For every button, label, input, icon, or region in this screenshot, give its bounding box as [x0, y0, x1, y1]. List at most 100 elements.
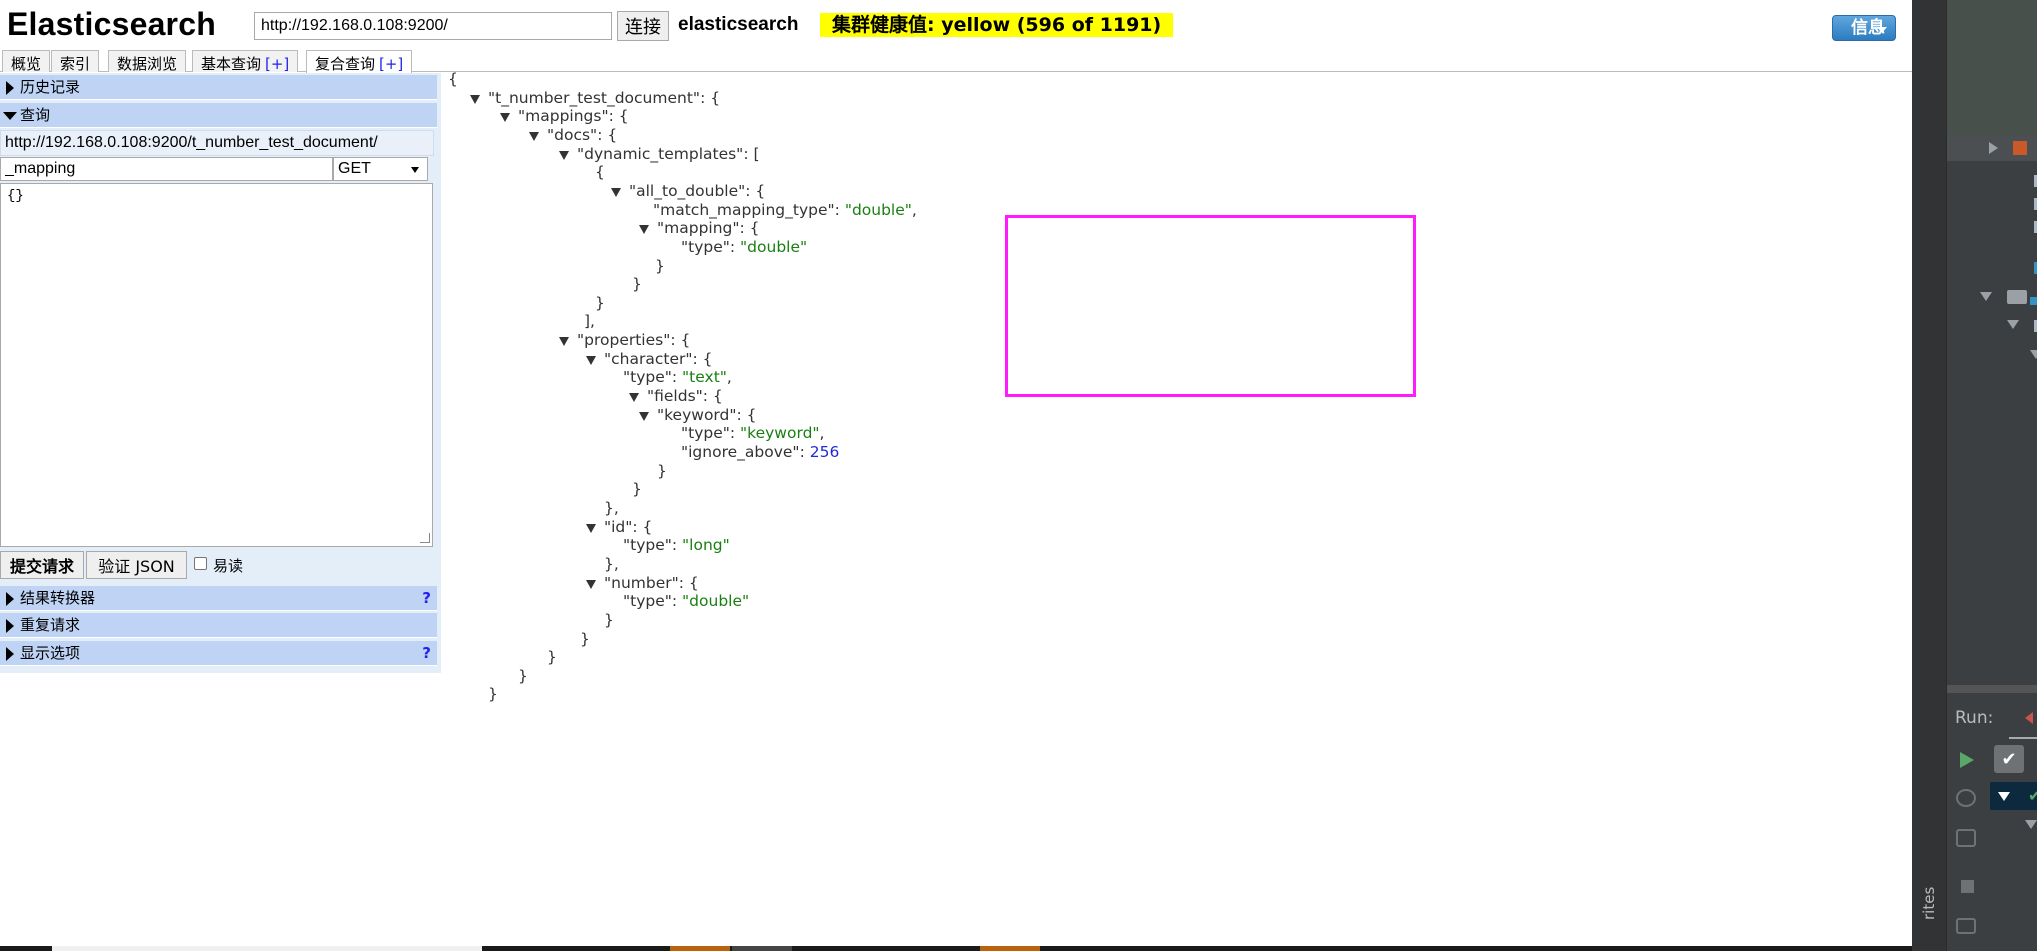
- resize-handle-icon[interactable]: [420, 533, 430, 543]
- history-label: 历史记录: [20, 78, 81, 96]
- repeat-request-section-header[interactable]: 重复请求: [0, 613, 437, 638]
- favorites-tool-label[interactable]: rites: [1920, 887, 1938, 920]
- collapse-triangle-icon[interactable]: [1980, 292, 1992, 301]
- json-key: "fields": [647, 387, 703, 406]
- rerun-icon[interactable]: [1956, 829, 1976, 847]
- tab-label: 基本查询: [201, 55, 262, 73]
- json-line: }: [657, 462, 667, 481]
- json-line: "number": {: [586, 574, 699, 593]
- expand-triangle-icon: [6, 619, 14, 633]
- tab-label: 索引: [60, 55, 91, 73]
- json-line: "t_number_test_document": {: [470, 88, 721, 108]
- json-punct: }: [604, 610, 614, 629]
- json-line: "keyword": {: [639, 405, 757, 425]
- json-punct: :: [834, 200, 845, 219]
- result-transformer-section-header[interactable]: 结果转换器 ?: [0, 586, 437, 611]
- json-line: "match_mapping_type": "double",: [653, 201, 917, 220]
- json-punct: ,: [819, 424, 825, 443]
- play-icon[interactable]: [1960, 752, 1974, 768]
- query-base-url-input[interactable]: [0, 130, 434, 156]
- json-line: "type": "text",: [623, 368, 732, 387]
- validate-json-button[interactable]: 验证 JSON: [86, 551, 187, 579]
- json-punct: ],: [584, 312, 595, 331]
- http-method-select[interactable]: GET: [333, 157, 428, 181]
- json-key: "mapping": [657, 219, 740, 238]
- json-collapse-triangle-icon[interactable]: [639, 225, 649, 235]
- add-basic-query-link[interactable]: [+]: [265, 55, 289, 73]
- add-any-request-link[interactable]: [+]: [379, 55, 403, 73]
- json-line: "mappings": {: [500, 107, 629, 126]
- json-line: }: [655, 257, 665, 276]
- cluster-url-input[interactable]: [254, 12, 612, 40]
- json-collapse-triangle-icon[interactable]: [559, 150, 569, 160]
- check-icon: ✔: [2001, 749, 2017, 769]
- pretty-print-checkbox[interactable]: [194, 557, 207, 570]
- info-dropdown-button[interactable]: 信息: [1832, 15, 1896, 41]
- json-punct: }: [488, 685, 498, 704]
- tab-overview[interactable]: 概览: [2, 50, 51, 73]
- json-value: 256: [809, 443, 840, 461]
- expand-triangle-icon: [6, 592, 14, 606]
- json-key: "type": [623, 368, 672, 387]
- ide-gutter: [1912, 0, 1947, 951]
- json-punct: }: [632, 480, 642, 499]
- request-body-editor[interactable]: {}: [0, 183, 433, 547]
- query-path-input[interactable]: [0, 157, 333, 181]
- json-value: "keyword": [740, 424, 820, 443]
- camera-icon[interactable]: [1956, 918, 1976, 934]
- json-collapse-triangle-icon[interactable]: [586, 355, 596, 365]
- query-section-header[interactable]: 查询: [0, 103, 437, 128]
- folder-icon: [2007, 290, 2027, 304]
- tab-any-request[interactable]: 复合查询 [+]: [306, 50, 413, 73]
- json-collapse-triangle-icon[interactable]: [500, 113, 510, 123]
- json-value: "double": [682, 592, 750, 611]
- display-options-section-header[interactable]: 显示选项 ?: [0, 641, 437, 666]
- tab-basic-query[interactable]: 基本查询 [+]: [192, 50, 299, 73]
- json-result-viewer: { "t_number_test_document": {"mappings": …: [448, 70, 1888, 770]
- tests-passed-button[interactable]: ✔: [1994, 745, 2024, 773]
- taskbar-item[interactable]: [732, 946, 792, 951]
- json-collapse-triangle-icon[interactable]: [586, 523, 596, 533]
- json-line: "docs": {: [529, 126, 617, 145]
- json-punct: }: [518, 666, 528, 685]
- ide-tree-row[interactable]: [1947, 135, 2037, 161]
- json-punct: {: [448, 70, 458, 88]
- history-section-header[interactable]: 历史记录: [0, 75, 437, 100]
- panel-splitter[interactable]: [1947, 685, 2037, 693]
- json-key: "type": [681, 237, 730, 256]
- taskbar-item[interactable]: [52, 946, 482, 951]
- connect-button[interactable]: 连接: [617, 11, 669, 41]
- tab-browser[interactable]: 数据浏览: [108, 50, 187, 73]
- json-collapse-triangle-icon[interactable]: [611, 187, 621, 197]
- stop-icon[interactable]: [1961, 880, 1974, 893]
- collapse-triangle-icon[interactable]: [2007, 320, 2019, 329]
- json-line: ],: [584, 312, 595, 331]
- tab-indices[interactable]: 索引: [51, 50, 100, 73]
- json-collapse-triangle-icon[interactable]: [470, 94, 480, 104]
- json-value: "text": [682, 368, 727, 387]
- json-punct: : {: [700, 88, 721, 107]
- json-punct: }: [657, 461, 667, 480]
- collapse-triangle-icon[interactable]: [1998, 792, 2010, 801]
- help-link[interactable]: ?: [422, 641, 431, 666]
- json-punct: }: [547, 648, 557, 667]
- collapse-triangle-icon[interactable]: [2025, 820, 2037, 829]
- json-collapse-triangle-icon[interactable]: [559, 337, 569, 347]
- json-line: }: [632, 480, 642, 499]
- json-line: "type": "long": [623, 536, 730, 555]
- json-collapse-triangle-icon[interactable]: [639, 411, 649, 421]
- debug-icon[interactable]: [1956, 789, 1976, 807]
- taskbar-item[interactable]: [980, 946, 1040, 951]
- taskbar-item[interactable]: [670, 946, 730, 951]
- json-punct: {: [595, 163, 605, 182]
- tab-label: 数据浏览: [117, 55, 178, 73]
- json-collapse-triangle-icon[interactable]: [529, 131, 539, 141]
- display-options-label: 显示选项: [20, 644, 81, 662]
- json-punct: },: [604, 498, 619, 517]
- json-collapse-triangle-icon[interactable]: [586, 579, 596, 589]
- help-link[interactable]: ?: [422, 586, 431, 611]
- submit-request-button[interactable]: 提交请求: [0, 551, 84, 579]
- json-key: "keyword": [657, 405, 737, 424]
- collapse-triangle-icon[interactable]: [2030, 350, 2037, 359]
- json-collapse-triangle-icon[interactable]: [629, 393, 639, 403]
